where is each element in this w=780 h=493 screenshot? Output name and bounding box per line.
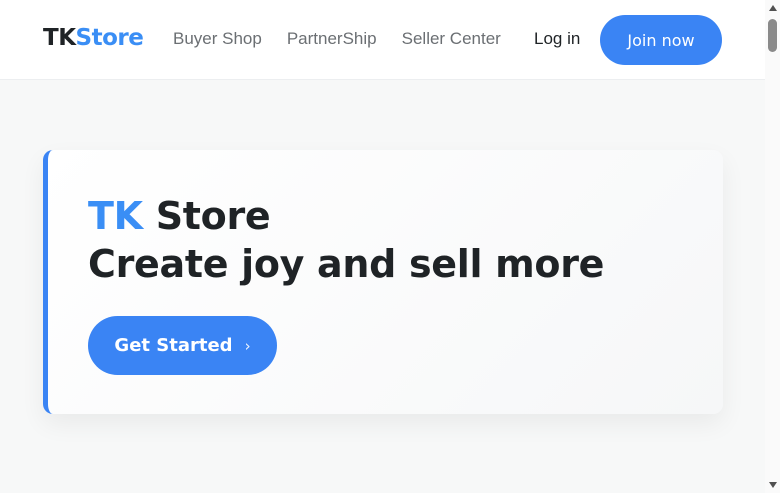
scroll-up-arrow-icon[interactable] [769,5,777,11]
logo-part-tk: TK [43,25,76,51]
nav-link-partnership[interactable]: PartnerShip [287,29,377,49]
chevron-right-icon: › [244,336,251,355]
login-link[interactable]: Log in [534,29,580,49]
logo-part-store: Store [75,25,144,51]
hero-title: TK Store Create joy and sell more [88,192,604,288]
nav-links: Buyer Shop PartnerShip Seller Center [173,29,526,49]
scroll-down-arrow-icon[interactable] [769,482,777,488]
logo[interactable]: TKStore [43,25,144,51]
scrollbar-thumb[interactable] [768,19,777,52]
page: TKStore Buyer Shop PartnerShip Seller Ce… [0,0,765,493]
nav-link-seller-center[interactable]: Seller Center [402,29,501,49]
get-started-label: Get Started [114,335,233,356]
vertical-scrollbar[interactable] [765,0,780,493]
get-started-button[interactable]: Get Started › [88,316,277,375]
hero-tagline: Create joy and sell more [88,242,605,286]
hero-card: TK Store Create joy and sell more Get St… [43,150,723,414]
join-now-button[interactable]: Join now [600,15,722,65]
nav-link-buyer-shop[interactable]: Buyer Shop [173,29,262,49]
hero-title-rest: Store [142,194,271,238]
navbar: TKStore Buyer Shop PartnerShip Seller Ce… [0,0,765,80]
hero-brand: TK [88,194,143,238]
